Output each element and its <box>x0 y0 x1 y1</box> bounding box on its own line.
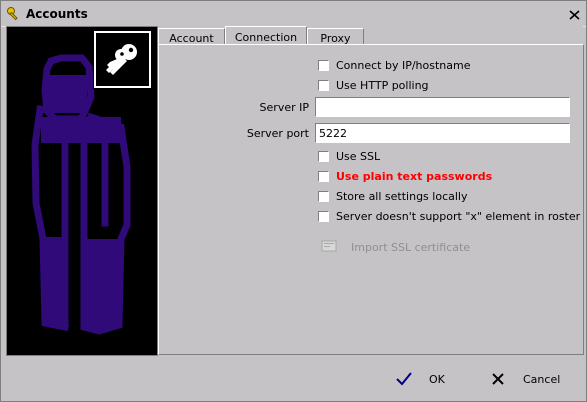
no-x-element-label: Server doesn't support "x" element in ro… <box>336 209 581 223</box>
settings-tabs: Account Connection Proxy Connect by IP/h… <box>158 26 584 355</box>
x-icon <box>487 369 509 389</box>
server-ip-label: Server IP <box>259 101 309 114</box>
server-port-input[interactable] <box>315 123 570 143</box>
connect-by-ip-row[interactable]: Connect by IP/hostname <box>318 57 471 73</box>
http-polling-row[interactable]: Use HTTP polling <box>318 77 429 93</box>
connection-panel: Connect by IP/hostname Use HTTP polling … <box>158 44 584 355</box>
account-illustration <box>6 26 158 356</box>
plain-text-passwords-row[interactable]: Use plain text passwords <box>318 168 492 184</box>
use-ssl-row[interactable]: Use SSL <box>318 148 380 164</box>
no-x-element-row[interactable]: Server doesn't support "x" element in ro… <box>318 208 580 224</box>
plain-text-passwords-checkbox[interactable] <box>318 170 329 182</box>
tab-strip: Account Connection Proxy <box>158 26 364 47</box>
connect-by-ip-label: Connect by IP/hostname <box>336 58 471 72</box>
cancel-button[interactable]: Cancel <box>487 369 560 389</box>
http-polling-checkbox[interactable] <box>318 79 329 91</box>
server-port-label: Server port <box>246 127 309 140</box>
store-locally-row[interactable]: Store all settings locally <box>318 188 467 204</box>
store-locally-label: Store all settings locally <box>336 189 468 203</box>
ok-button[interactable]: OK <box>393 369 445 389</box>
store-locally-checkbox[interactable] <box>318 190 329 202</box>
key-icon <box>6 6 22 22</box>
titlebar: Accounts <box>1 1 586 27</box>
http-polling-label: Use HTTP polling <box>336 78 429 92</box>
accounts-window: Accounts Account Connection Proxy Connec… <box>0 0 587 402</box>
use-ssl-label: Use SSL <box>336 149 381 163</box>
import-ssl-label: Import SSL certificate <box>351 241 471 254</box>
ok-label: OK <box>429 372 445 386</box>
plain-text-passwords-label: Use plain text passwords <box>336 169 493 183</box>
window-title: Accounts <box>26 7 88 21</box>
close-icon[interactable] <box>567 8 581 21</box>
connect-by-ip-checkbox[interactable] <box>318 59 329 71</box>
use-ssl-checkbox[interactable] <box>318 150 329 162</box>
import-ssl-button[interactable]: Import SSL certificate <box>321 239 470 256</box>
checkmark-icon <box>393 369 415 389</box>
certificate-icon <box>321 239 337 256</box>
keys-icon <box>93 30 152 89</box>
no-x-element-checkbox[interactable] <box>318 210 329 222</box>
server-ip-input[interactable] <box>315 97 570 117</box>
cancel-label: Cancel <box>523 372 561 386</box>
